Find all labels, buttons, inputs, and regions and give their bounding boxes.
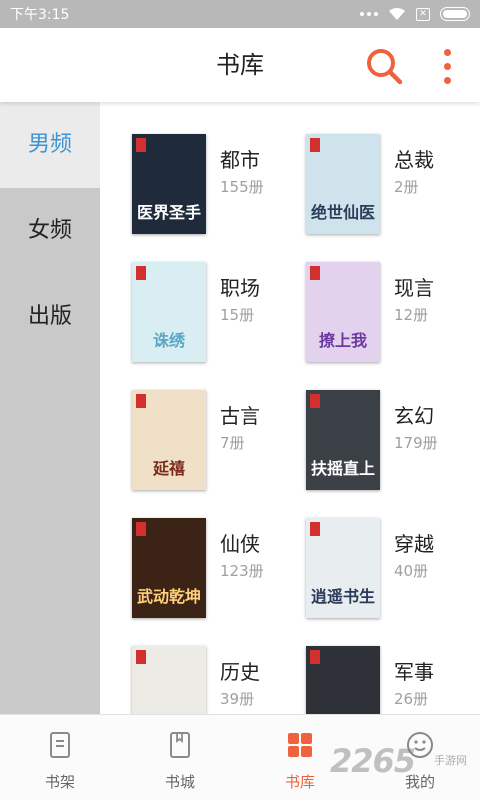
book-cover[interactable]: 延禧 — [132, 390, 206, 490]
category-count: 26册 — [394, 690, 429, 708]
category-item[interactable]: 逍遥书生 穿越 40册 — [306, 518, 476, 618]
app-header: 书库 — [0, 28, 480, 102]
watermark-logo: 2265 — [330, 742, 416, 780]
category-item[interactable]: 扶摇直上 玄幻 179册 — [306, 390, 476, 490]
status-time: 下午3:15 — [10, 7, 70, 23]
page-title: 书库 — [216, 51, 264, 79]
library-grid-icon — [288, 733, 312, 757]
wifi-icon — [389, 7, 405, 20]
publisher-badge-icon — [136, 138, 146, 152]
category-count: 39册 — [220, 690, 255, 708]
category-count: 179册 — [394, 434, 438, 452]
rail-item-published[interactable]: 出版 — [0, 274, 100, 360]
category-count: 2册 — [394, 178, 419, 196]
battery-icon — [440, 7, 470, 21]
category-count: 12册 — [394, 306, 429, 324]
cover-title: 武动乾坤 — [136, 587, 201, 606]
cover-title: 诛绣 — [152, 331, 185, 350]
publisher-badge-icon — [310, 522, 320, 536]
publisher-badge-icon — [136, 650, 146, 664]
category-rail: 男频 女频 出版 — [0, 102, 100, 714]
category-count: 15册 — [220, 306, 255, 324]
publisher-badge-icon — [310, 266, 320, 280]
category-item[interactable]: 医界圣手 都市 155册 — [132, 134, 302, 234]
category-item[interactable]: 诛绣 职场 15册 — [132, 262, 302, 362]
cover-title: 撩上我 — [318, 331, 367, 350]
category-name: 玄幻 — [394, 404, 434, 428]
category-name: 军事 — [394, 660, 434, 684]
rail-item-male[interactable]: 男频 — [0, 102, 100, 188]
book-cover[interactable]: 医界圣手 — [132, 134, 206, 234]
category-name: 历史 — [220, 660, 260, 684]
more-menu-button[interactable] — [436, 46, 458, 86]
category-item[interactable]: 撩上我 现言 12册 — [306, 262, 476, 362]
cover-title: 医界圣手 — [136, 203, 201, 222]
cover-title: 逍遥书生 — [310, 587, 375, 606]
status-bar: 下午3:15 ✕ — [0, 0, 480, 28]
category-count: 123册 — [220, 562, 264, 580]
category-name: 总裁 — [394, 148, 434, 172]
rail-item-female[interactable]: 女频 — [0, 188, 100, 274]
publisher-badge-icon — [136, 266, 146, 280]
bookshelf-icon — [50, 732, 70, 758]
book-cover[interactable]: 绝世仙医 — [306, 134, 380, 234]
nav-bookshelf[interactable]: 书架 — [0, 715, 120, 800]
category-item[interactable]: 历史 39册 — [132, 646, 302, 714]
category-name: 职场 — [220, 276, 260, 300]
publisher-badge-icon — [310, 138, 320, 152]
cover-title: 延禧 — [152, 459, 185, 478]
book-cover[interactable]: 扶摇直上 — [306, 390, 380, 490]
publisher-badge-icon — [136, 394, 146, 408]
category-grid: 医界圣手 都市 155册 绝世仙医 总裁 2册 诛绣 职场 15册 撩上我 现言 12册 延禧 古言 7册扶… — [100, 102, 480, 714]
category-count: 40册 — [394, 562, 429, 580]
publisher-badge-icon — [310, 650, 320, 664]
book-cover[interactable]: 逍遥书生 — [306, 518, 380, 618]
status-icons: ✕ — [360, 7, 470, 21]
search-icon[interactable] — [364, 46, 404, 86]
no-sim-icon: ✕ — [416, 7, 430, 21]
book-cover[interactable]: 守山河 — [306, 646, 380, 714]
nav-bookstore[interactable]: 书城 — [120, 715, 240, 800]
category-item[interactable]: 绝世仙医 总裁 2册 — [306, 134, 476, 234]
book-cover[interactable]: 诛绣 — [132, 262, 206, 362]
category-count: 155册 — [220, 178, 264, 196]
category-count: 7册 — [220, 434, 245, 452]
cover-title: 扶摇直上 — [310, 459, 375, 478]
category-item[interactable]: 守山河军事 26册 — [306, 646, 476, 714]
bookstore-icon — [170, 732, 190, 758]
publisher-badge-icon — [136, 522, 146, 536]
book-cover[interactable]: 撩上我 — [306, 262, 380, 362]
category-item[interactable]: 武动乾坤 仙侠 123册 — [132, 518, 302, 618]
nav-label: 书城 — [164, 773, 195, 791]
nav-label: 书架 — [44, 773, 75, 791]
more-dots-icon — [360, 12, 378, 16]
book-cover[interactable]: 武动乾坤 — [132, 518, 206, 618]
category-name: 古言 — [220, 404, 260, 428]
watermark-sub: 手游网 — [434, 754, 467, 767]
category-name: 仙侠 — [220, 532, 260, 556]
book-cover[interactable] — [132, 646, 206, 714]
cover-title: 绝世仙医 — [310, 203, 375, 222]
category-name: 穿越 — [394, 532, 434, 556]
publisher-badge-icon — [310, 394, 320, 408]
category-item[interactable]: 延禧 古言 7册 — [132, 390, 302, 490]
category-name: 都市 — [220, 148, 260, 172]
category-name: 现言 — [394, 276, 434, 300]
